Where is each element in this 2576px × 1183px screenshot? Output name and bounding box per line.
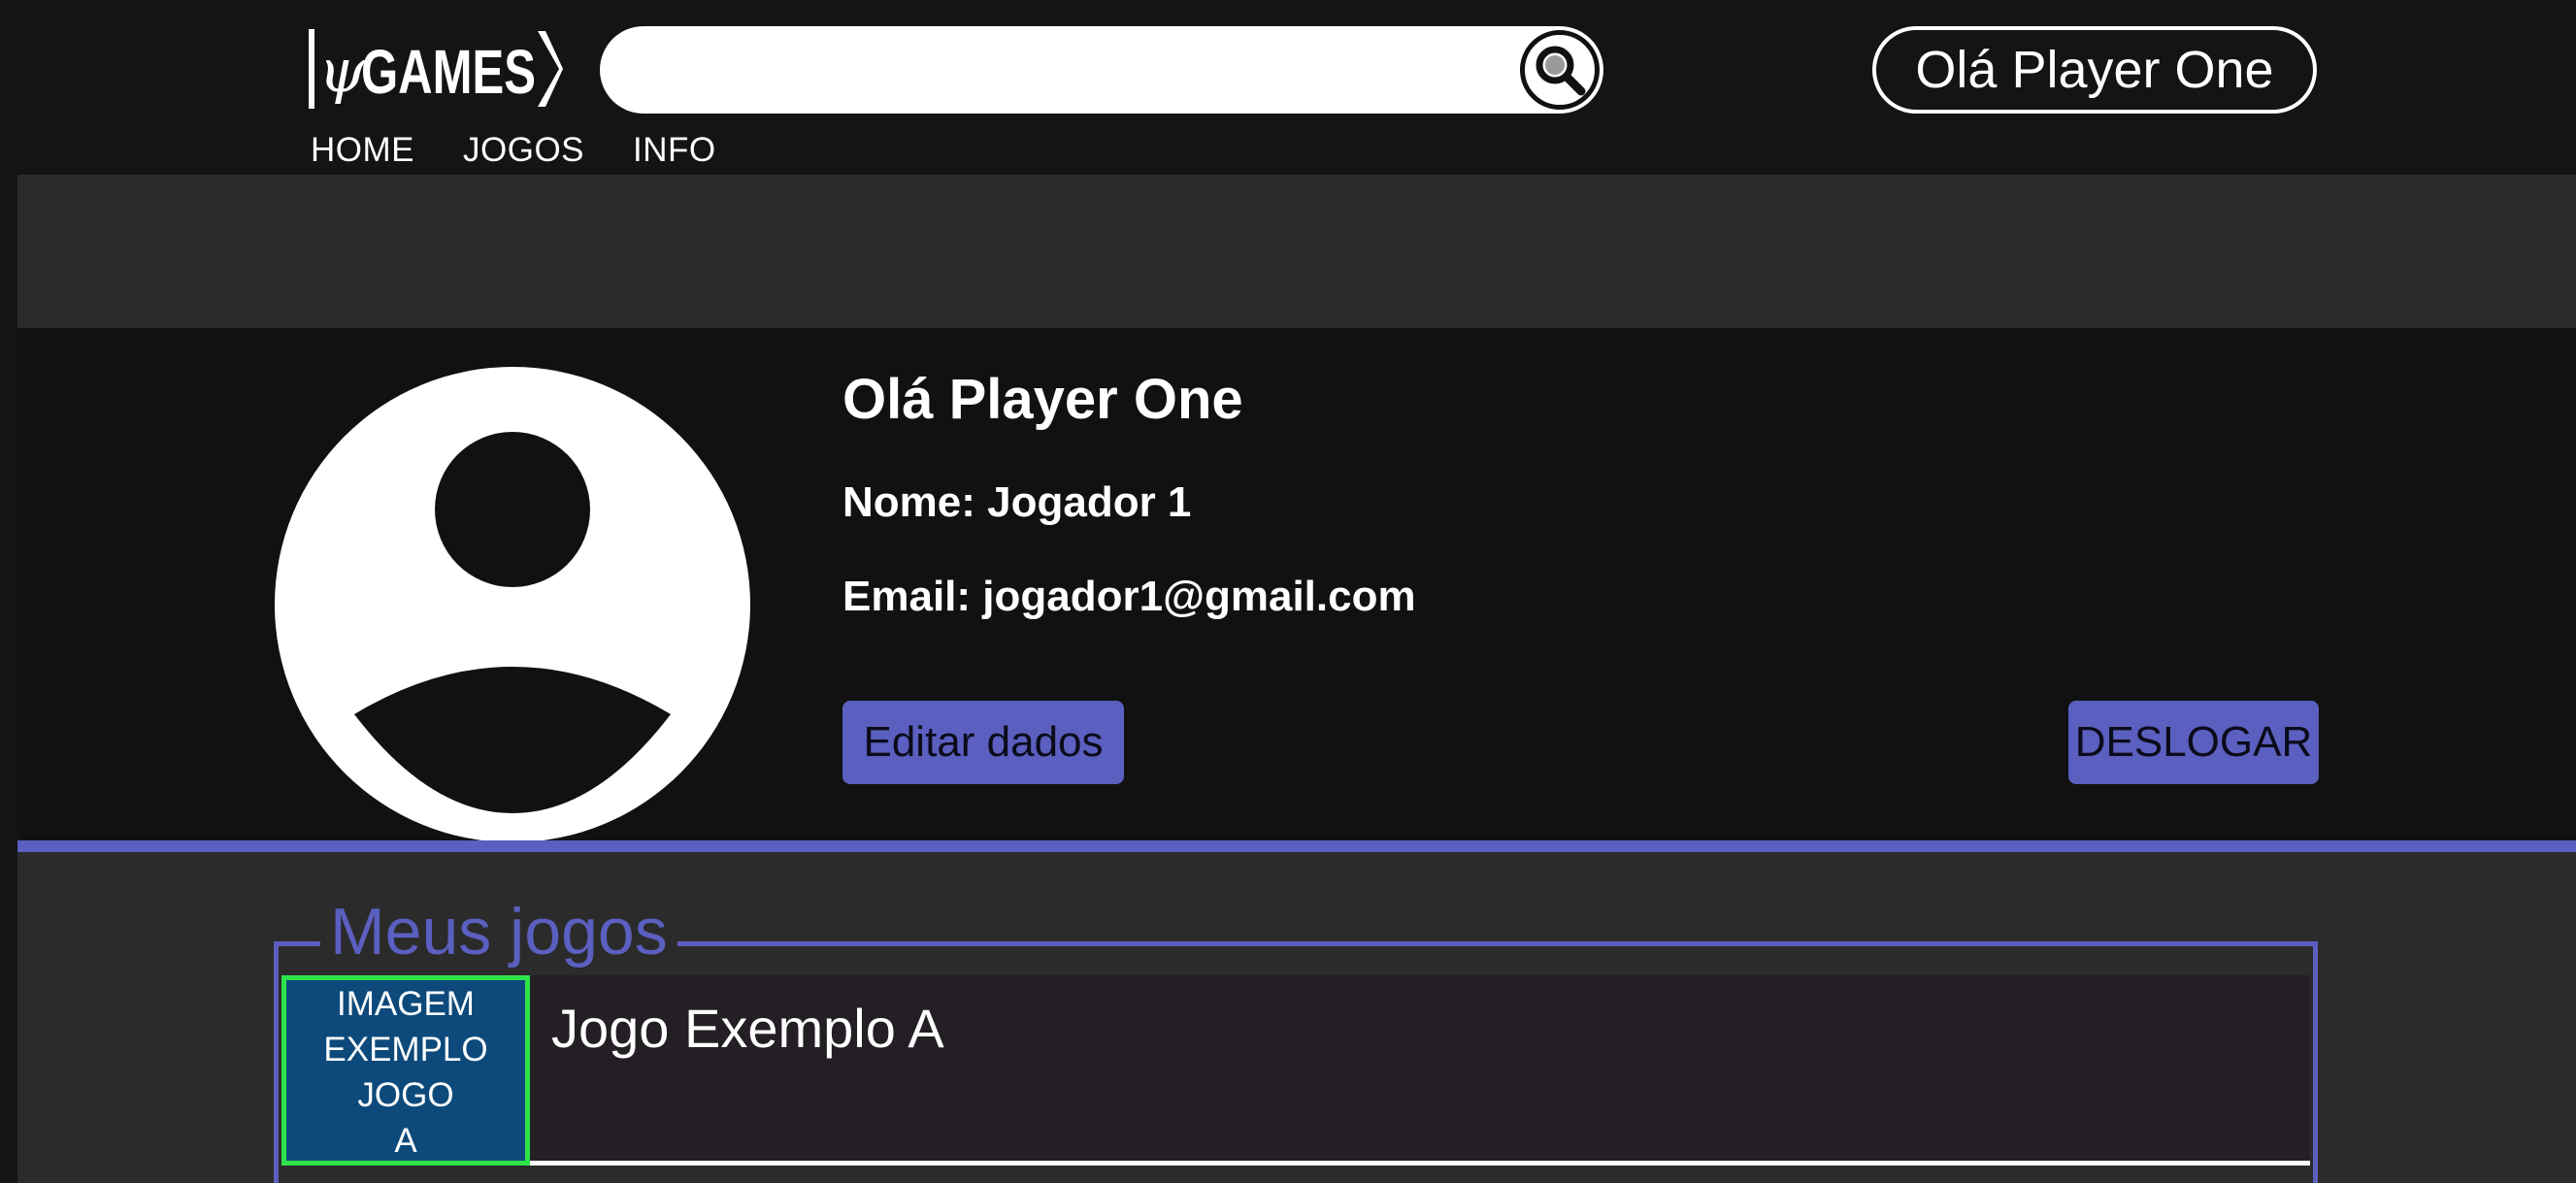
search-input[interactable] bbox=[639, 36, 1493, 104]
search-bar bbox=[600, 26, 1603, 114]
profile-section: Olá Player One Nome: Jogador 1 Email: jo… bbox=[17, 328, 2576, 842]
main-nav: HOME JOGOS INFO bbox=[311, 131, 716, 180]
game-thumbnail[interactable]: IMAGEM EXEMPLO JOGO A bbox=[281, 975, 530, 1166]
profile-title: Olá Player One bbox=[842, 368, 1243, 431]
games-logo-icon: ψ GAMES bbox=[309, 29, 563, 109]
edit-profile-button[interactable]: Editar dados bbox=[842, 701, 1124, 784]
site-logo[interactable]: ψ GAMES bbox=[309, 25, 563, 113]
avatar bbox=[275, 367, 750, 842]
left-edge-strip bbox=[0, 0, 17, 1183]
profile-email: Email: jogador1@gmail.com bbox=[842, 573, 1416, 620]
svg-text:GAMES: GAMES bbox=[361, 37, 536, 107]
profile-name: Nome: Jogador 1 bbox=[842, 478, 1192, 526]
search-button[interactable] bbox=[1520, 30, 1600, 110]
nav-home[interactable]: HOME bbox=[311, 131, 414, 180]
my-games-heading: Meus jogos bbox=[320, 893, 677, 970]
logout-button[interactable]: DESLOGAR bbox=[2068, 701, 2319, 784]
page: ψ GAMES Olá Player One HOME JOGOS INFO O… bbox=[0, 0, 2576, 1183]
game-title[interactable]: Jogo Exemplo A bbox=[551, 997, 944, 1060]
game-list-item[interactable]: IMAGEM EXEMPLO JOGO A Jogo Exemplo A bbox=[281, 975, 2310, 1166]
nav-info[interactable]: INFO bbox=[633, 131, 716, 180]
user-greeting-pill[interactable]: Olá Player One bbox=[1872, 26, 2317, 114]
nav-jogos[interactable]: JOGOS bbox=[463, 131, 584, 180]
section-divider bbox=[17, 840, 2576, 852]
thumb-line: A bbox=[394, 1122, 417, 1160]
game-thumbnail-text: IMAGEM EXEMPLO JOGO A bbox=[323, 981, 487, 1164]
thumb-line: JOGO bbox=[357, 1076, 454, 1114]
thumb-line: IMAGEM bbox=[337, 985, 475, 1023]
svg-text:ψ: ψ bbox=[318, 35, 367, 106]
thumb-line: EXEMPLO bbox=[323, 1031, 488, 1068]
site-header: ψ GAMES Olá Player One HOME JOGOS INFO bbox=[17, 0, 2576, 175]
search-icon bbox=[1536, 46, 1586, 96]
user-avatar-icon bbox=[275, 367, 750, 842]
